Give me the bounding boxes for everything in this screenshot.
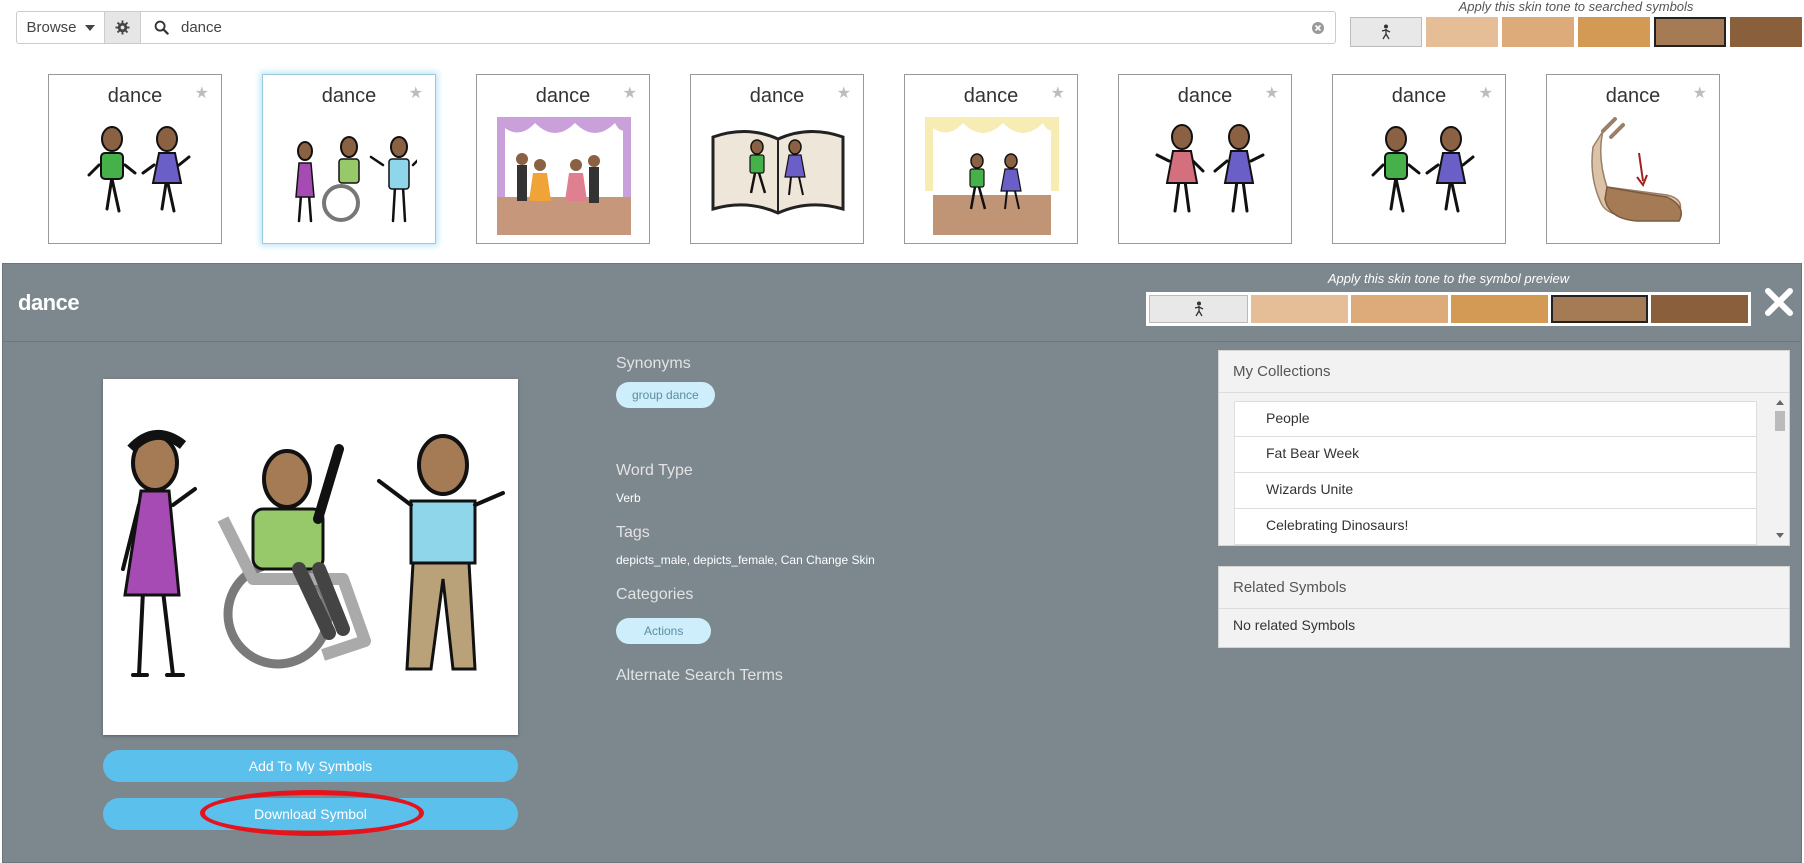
synonym-chip[interactable]: group dance (616, 382, 715, 408)
collection-item[interactable]: Wizards Unite (1234, 473, 1757, 509)
collection-item[interactable]: Celebrating Dinosaurs! (1234, 509, 1757, 545)
category-chip[interactable]: Actions (616, 618, 712, 644)
symbol-thumbnail (87, 126, 191, 213)
symbol-title: dance (18, 290, 80, 315)
skin-swatch-5[interactable] (1730, 17, 1802, 47)
result-card[interactable]: dance ★ (48, 74, 222, 244)
result-card[interactable]: dance ★ (1332, 74, 1506, 244)
preview-skin-swatch-3[interactable] (1451, 295, 1548, 323)
person-icon (1194, 301, 1203, 317)
collection-item[interactable]: Fat Bear Week (1234, 437, 1757, 473)
skin-swatch-1[interactable] (1426, 17, 1498, 47)
symbol-thumbnail (711, 129, 845, 215)
caret-down-icon (84, 24, 95, 31)
preview-skin-swatch-neutral[interactable] (1149, 295, 1248, 323)
star-icon[interactable]: ★ (1265, 83, 1279, 103)
symbol-thumbnail (295, 136, 417, 223)
categories-heading: Categories (616, 586, 694, 603)
symbol-preview-image (103, 379, 518, 735)
collections-list: People Fat Bear Week Wizards Unite Celeb… (1234, 401, 1757, 545)
categories-list: Actions (616, 618, 712, 644)
star-icon[interactable]: ★ (1479, 83, 1493, 103)
word-type-value: Verb (616, 491, 641, 505)
gear-icon (115, 20, 130, 35)
clear-icon (1312, 21, 1324, 34)
person-icon (1381, 24, 1391, 40)
result-card[interactable]: dance ★ (476, 74, 650, 244)
related-symbols-heading: Related Symbols (1219, 567, 1789, 609)
browse-dropdown[interactable]: Browse (17, 12, 105, 43)
result-card-selected[interactable]: dance ★ (262, 74, 436, 244)
result-card[interactable]: dance ★ (904, 74, 1078, 244)
alternate-search-terms-heading: Alternate Search Terms (616, 667, 783, 684)
synonyms-list: group dance (616, 382, 715, 408)
symbol-thumbnail (1591, 117, 1682, 222)
my-collections-heading: My Collections (1219, 351, 1789, 393)
result-card[interactable]: dance ★ (1546, 74, 1720, 244)
settings-button[interactable] (105, 12, 141, 43)
preview-skin-swatch-2[interactable] (1351, 295, 1448, 323)
skin-swatch-4[interactable] (1654, 17, 1726, 47)
search-bar: Browse (16, 11, 1336, 44)
scroll-thumb[interactable] (1775, 411, 1785, 431)
symbol-thumbnail (497, 117, 631, 235)
synonyms-heading: Synonyms (616, 355, 691, 372)
symbol-thumbnail (1155, 124, 1265, 213)
collection-item[interactable]: People (1234, 401, 1757, 437)
star-icon[interactable]: ★ (1693, 83, 1707, 103)
search-skin-tone-label: Apply this skin tone to searched symbols (1458, 0, 1694, 14)
result-card[interactable]: dance ★ (690, 74, 864, 244)
star-icon[interactable]: ★ (409, 83, 423, 103)
symbol-thumbnail (925, 117, 1059, 235)
add-to-my-symbols-button[interactable]: Add To My Symbols (103, 750, 518, 782)
preview-skin-swatch-5[interactable] (1651, 295, 1748, 323)
scroll-up-icon[interactable] (1776, 400, 1784, 405)
browse-label: Browse (26, 19, 77, 36)
search-skin-tone-picker (1350, 17, 1802, 47)
word-type-heading: Word Type (616, 462, 693, 479)
search-icon (141, 12, 181, 43)
tags-value: depicts_male, depicts_female, Can Change… (616, 553, 875, 567)
result-card[interactable]: dance ★ (1118, 74, 1292, 244)
skin-swatch-2[interactable] (1502, 17, 1574, 47)
skin-swatch-neutral[interactable] (1350, 17, 1422, 47)
related-symbols-box: Related Symbols No related Symbols (1218, 566, 1790, 648)
skin-swatch-3[interactable] (1578, 17, 1650, 47)
star-icon[interactable]: ★ (837, 83, 851, 103)
collections-scrollbar[interactable] (1772, 397, 1788, 541)
preview-skin-swatch-4[interactable] (1551, 295, 1648, 323)
close-icon[interactable] (1761, 284, 1797, 320)
clear-search-button[interactable] (1301, 12, 1335, 43)
symbol-thumbnail (1371, 126, 1475, 213)
panel-header: dance Apply this skin tone to the symbol… (3, 264, 1801, 342)
star-icon[interactable]: ★ (1051, 83, 1065, 103)
scroll-down-icon[interactable] (1776, 533, 1784, 538)
star-icon[interactable]: ★ (623, 83, 637, 103)
preview-skin-swatch-1[interactable] (1251, 295, 1348, 323)
search-results: dance ★ dance ★ dance ★ dance ★ dance ★ … (48, 74, 1720, 244)
preview-skin-tone-label: Apply this skin tone to the symbol previ… (1327, 271, 1570, 286)
search-input[interactable] (181, 12, 1301, 43)
related-symbols-empty: No related Symbols (1233, 617, 1356, 633)
preview-skin-tone-picker (1146, 292, 1751, 326)
symbol-detail-panel: dance Apply this skin tone to the symbol… (2, 263, 1802, 863)
star-icon[interactable]: ★ (195, 83, 209, 103)
download-symbol-button[interactable]: Download Symbol (103, 798, 518, 830)
tags-heading: Tags (616, 524, 650, 541)
my-collections-box: My Collections People Fat Bear Week Wiza… (1218, 350, 1790, 546)
